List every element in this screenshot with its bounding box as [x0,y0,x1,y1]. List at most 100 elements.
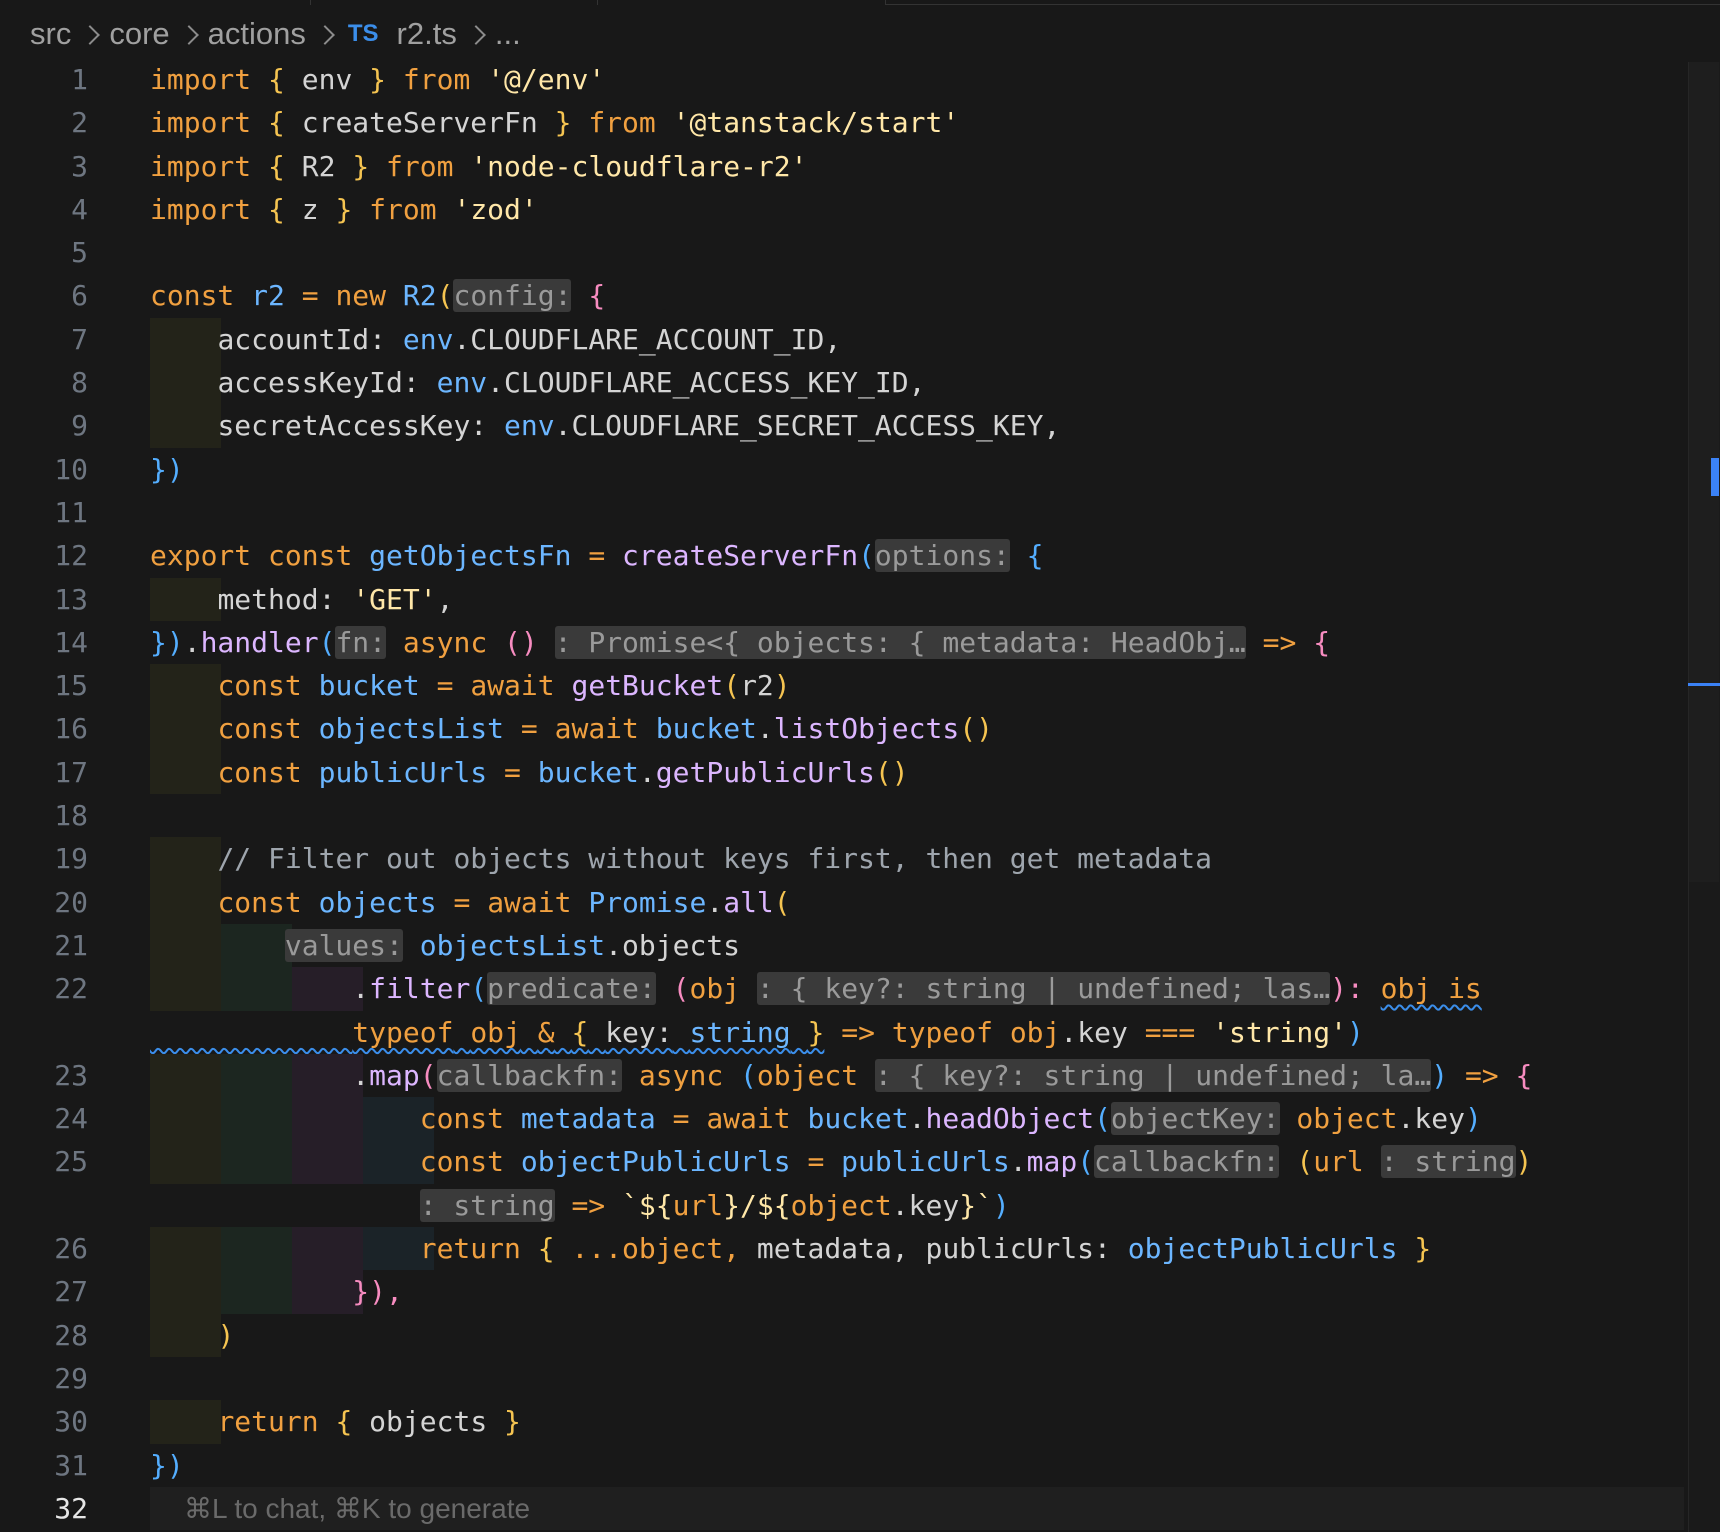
code-text[interactable]: import { z } from 'zod' [150,188,538,231]
code-text[interactable]: accessKeyId: env.CLOUDFLARE_ACCESS_KEY_I… [150,361,925,404]
code-line[interactable]: 14 }).handler(fn: async () : Promise<{ o… [0,621,1720,664]
code-line[interactable]: 7 accountId: env.CLOUDFLARE_ACCOUNT_ID, [0,317,1720,362]
code-text[interactable]: accountId: env.CLOUDFLARE_ACCOUNT_ID, [150,318,841,361]
code-text[interactable]: const bucket = await getBucket(r2) [150,664,790,707]
code-line[interactable]: 2 import { createServerFn } from '@tanst… [0,101,1720,144]
code-line[interactable]: 24 const metadata = await bucket.headObj… [0,1097,1720,1141]
code-text[interactable]: }).handler(fn: async () : Promise<{ obje… [150,621,1330,664]
line-number: 27 [54,1275,88,1309]
chevron-right-icon [465,12,487,56]
code-line[interactable]: 4 import { z } from 'zod' [0,188,1720,231]
code-line-wrapped[interactable]: typeof obj & { key: string } => typeof o… [0,1011,1720,1054]
code-text[interactable]: const publicUrls = bucket.getPublicUrls(… [150,751,908,794]
code-text[interactable]: secretAccessKey: env.CLOUDFLARE_SECRET_A… [150,404,1060,447]
code-line[interactable]: 9 secretAccessKey: env.CLOUDFLARE_SECRET… [0,404,1720,448]
inlay-hint: : Promise<{ objects: { metadata: HeadObj… [554,625,1246,659]
code-line[interactable]: 27 }), [0,1270,1720,1314]
code-text[interactable]: }), [150,1270,403,1313]
line-number: 5 [71,236,88,270]
line-number: 9 [71,409,88,443]
code-line[interactable]: 15 const bucket = await getBucket(r2) [0,664,1720,708]
editor-tab[interactable] [310,0,598,5]
code-line[interactable]: 3 import { R2 } from 'node-cloudflare-r2… [0,145,1720,188]
code-line[interactable]: 30 return { objects } [0,1400,1720,1444]
code-line[interactable]: 25 const objectPublicUrls = publicUrls.m… [0,1140,1720,1184]
ai-chat-hint: ⌘L to chat, ⌘K to generate [184,1492,531,1524]
code-text[interactable]: .map(callbackfn: async (object : { key?:… [150,1054,1532,1097]
active-code-line[interactable]: 32 ⌘L to chat, ⌘K to generate [0,1486,1720,1531]
code-line[interactable]: 6 const r2 = new R2(config: { [0,274,1720,317]
code-text[interactable]: }) [150,448,184,491]
inlay-hint: config: [453,279,572,313]
code-text[interactable]: typeof obj & { key: string } => typeof o… [150,1011,1364,1054]
line-number: 10 [54,452,88,486]
line-number: 21 [54,928,88,962]
code-line[interactable]: 13 method: 'GET', [0,577,1720,621]
code-line[interactable]: 12 export const getObjectsFn = createSer… [0,534,1720,577]
code-line[interactable]: 11 [0,491,1720,534]
code-line[interactable]: 16 const objectsList = await bucket.list… [0,707,1720,751]
code-line[interactable]: 19 // Filter out objects without keys fi… [0,837,1720,881]
inlay-hint: : { key?: string | undefined; las… [756,972,1331,1006]
code-text[interactable]: const objects = await Promise.all( [150,881,790,924]
code-text[interactable]: const metadata = await bucket.headObject… [150,1097,1482,1140]
inlay-hint: fn: [335,625,387,659]
code-line[interactable]: 23 .map(callbackfn: async (object : { ke… [0,1053,1720,1098]
tab-strip [0,0,1720,6]
line-number: 25 [54,1145,88,1179]
breadcrumb: src core actions TS r2.ts ... [30,12,521,56]
diagnostic-squiggle[interactable]: typeof obj & { key: string } [150,1016,824,1049]
code-line[interactable]: 28 ) [0,1313,1720,1357]
code-text[interactable]: const objectPublicUrls = publicUrls.map(… [150,1140,1532,1183]
line-number: 20 [54,885,88,919]
inlay-hint: : { key?: string | undefined; la… [874,1058,1432,1092]
code-text[interactable]: // Filter out objects without keys first… [150,837,1212,880]
line-number: 6 [71,279,88,313]
breadcrumb-item-core[interactable]: core [109,16,169,52]
code-text[interactable]: import { env } from '@/env' [150,58,605,101]
line-number: 13 [54,582,88,616]
line-number: 15 [54,669,88,703]
code-line[interactable]: 1 import { env } from '@/env' [0,58,1720,101]
code-line[interactable]: 26 return { ...object, metadata, publicU… [0,1227,1720,1271]
code-line[interactable]: 8 accessKeyId: env.CLOUDFLARE_ACCESS_KEY… [0,361,1720,405]
code-text[interactable]: return { objects } [150,1400,520,1443]
code-line[interactable]: 18 [0,794,1720,837]
line-number: 23 [54,1058,88,1092]
line-number: 22 [54,972,88,1006]
code-text[interactable]: export const getObjectsFn = createServer… [150,534,1044,577]
line-number: 28 [54,1318,88,1352]
code-line[interactable]: 31 }) [0,1444,1720,1487]
code-line[interactable]: 29 [0,1357,1720,1400]
code-text[interactable]: .filter(predicate: (obj : { key?: string… [150,967,1482,1010]
code-line[interactable]: 20 const objects = await Promise.all( [0,880,1720,924]
line-number: 11 [54,495,88,529]
inlay-hint: callbackfn: [1094,1145,1280,1179]
line-number: 2 [71,106,88,140]
breadcrumb-item-src[interactable]: src [30,16,71,52]
breadcrumb-item-file[interactable]: r2.ts [397,16,457,52]
code-text[interactable]: method: 'GET', [150,578,453,621]
code-text[interactable]: const r2 = new R2(config: { [150,274,605,317]
code-text[interactable]: ) [150,1314,234,1357]
code-text[interactable]: values: objectsList.objects [150,924,740,967]
code-line[interactable]: 22 .filter(predicate: (obj : { key?: str… [0,967,1720,1011]
code-line-wrapped[interactable]: : string => `${url}/${object.key}`) [0,1184,1720,1227]
breadcrumb-item-actions[interactable]: actions [208,16,306,52]
code-text[interactable]: }) [150,1444,184,1487]
code-text[interactable]: import { R2 } from 'node-cloudflare-r2' [150,145,807,188]
vertical-scrollbar[interactable] [1688,62,1720,1532]
code-line[interactable]: 17 const publicUrls = bucket.getPublicUr… [0,750,1720,795]
code-editor[interactable]: 1 import { env } from '@/env' 2 import {… [0,58,1720,1531]
breadcrumb-item-symbols[interactable]: ... [495,16,521,52]
code-text[interactable]: : string => `${url}/${object.key}`) [150,1184,1010,1227]
code-text[interactable]: const objectsList = await bucket.listObj… [150,707,993,750]
code-line[interactable]: 10 }) [0,448,1720,491]
code-text[interactable]: import { createServerFn } from '@tanstac… [150,101,959,144]
code-line[interactable]: 5 [0,231,1720,274]
editor-tab[interactable] [597,0,886,5]
diagnostic-squiggle[interactable]: obj is [1381,972,1482,1005]
code-line[interactable]: 21 values: objectsList.objects [0,923,1720,968]
line-number: 29 [54,1361,88,1395]
code-text[interactable]: return { ...object, metadata, publicUrls… [150,1227,1431,1270]
